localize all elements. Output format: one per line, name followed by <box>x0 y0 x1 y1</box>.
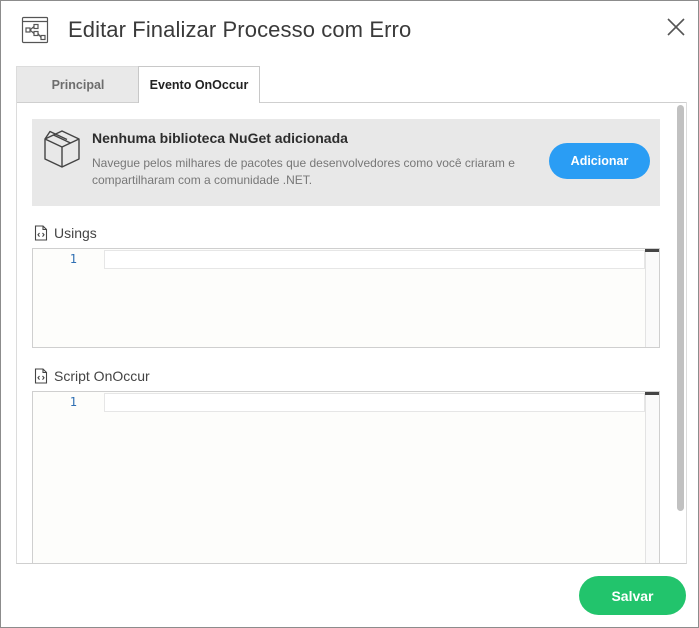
line-number: 1 <box>69 395 77 409</box>
usings-current-line[interactable] <box>104 250 645 269</box>
content-scrollbar-thumb[interactable] <box>677 105 684 511</box>
script-label-row: Script OnOccur <box>34 368 150 384</box>
edit-dialog: Editar Finalizar Processo com Erro Princ… <box>0 0 699 628</box>
tab-principal[interactable]: Principal <box>16 66 139 103</box>
script-onoccur-editor[interactable]: 1 <box>32 391 660 563</box>
save-button[interactable]: Salvar <box>579 576 686 615</box>
script-editor-scrollbar[interactable] <box>645 392 659 563</box>
close-icon[interactable] <box>664 15 688 39</box>
usings-label-row: Usings <box>34 225 97 241</box>
usings-editor-scrollbar[interactable] <box>645 249 659 347</box>
nuget-description: Navegue pelos milhares de pacotes que de… <box>92 156 515 187</box>
package-box-icon <box>44 130 80 168</box>
usings-editor[interactable]: 1 <box>32 248 660 348</box>
usings-label: Usings <box>54 225 97 241</box>
add-package-button[interactable]: Adicionar <box>549 143 650 179</box>
flow-diagram-icon <box>21 16 49 44</box>
tab-evento-onoccur[interactable]: Evento OnOccur <box>138 66 260 103</box>
script-onoccur-label: Script OnOccur <box>54 368 150 384</box>
nuget-title: Nenhuma biblioteca NuGet adicionada <box>92 130 348 146</box>
code-file-icon <box>34 368 48 384</box>
code-file-icon <box>34 225 48 241</box>
dialog-title: Editar Finalizar Processo com Erro <box>68 17 412 42</box>
line-number: 1 <box>69 252 77 266</box>
script-current-line[interactable] <box>104 393 645 412</box>
